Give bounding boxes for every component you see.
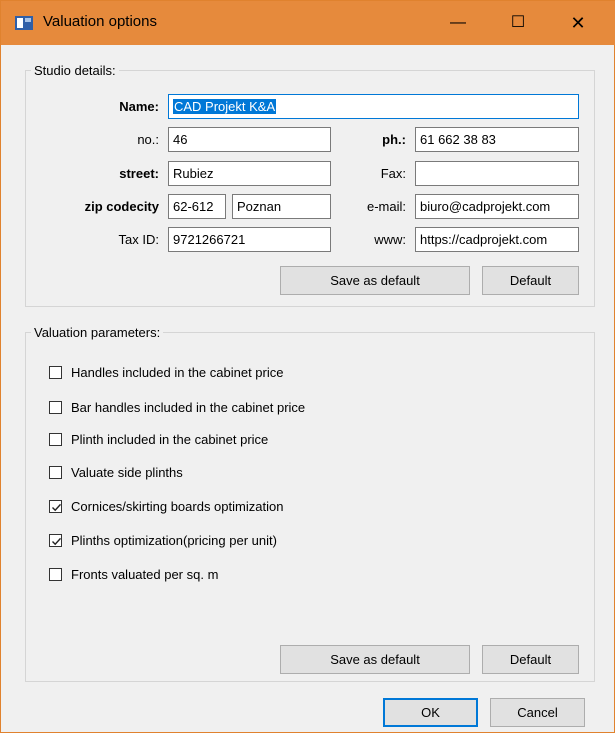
checkbox-label: Handles included in the cabinet price	[71, 365, 284, 380]
email-field[interactable]: biuro@cadprojekt.com	[415, 194, 579, 219]
fax-label: Fax:	[380, 166, 406, 181]
checkbox[interactable]	[49, 433, 62, 446]
checkbox[interactable]	[49, 568, 62, 581]
valuation-save-as-default-button[interactable]: Save as default	[280, 645, 470, 674]
checkbox[interactable]	[49, 500, 62, 513]
www-label: www:	[374, 232, 406, 247]
valuation-parameters-title: Valuation parameters:	[31, 325, 164, 340]
tax-id-field[interactable]: 9721266721	[168, 227, 331, 252]
zip-city-label: zip codecity	[84, 199, 159, 214]
checkbox[interactable]	[49, 534, 62, 547]
street-label: street:	[119, 166, 159, 181]
maximize-button[interactable]: ☐	[495, 1, 541, 45]
name-label: Name:	[119, 99, 159, 114]
valuation-default-button[interactable]: Default	[482, 645, 579, 674]
window-app-icon	[15, 16, 33, 30]
checkbox-label: Plinth included in the cabinet price	[71, 432, 269, 447]
valuation-options-window: Valuation options — ☐ ✕ Studio details: …	[0, 0, 615, 733]
close-button[interactable]: ✕	[555, 1, 601, 45]
checkbox-label: Plinths optimization(pricing per unit)	[71, 533, 277, 548]
minimize-button[interactable]: —	[435, 1, 481, 45]
checkmark-icon	[52, 537, 62, 546]
zip-code-field[interactable]: 62-612	[168, 194, 226, 219]
title-bar[interactable]: Valuation options — ☐ ✕	[1, 1, 615, 45]
studio-default-button[interactable]: Default	[482, 266, 579, 295]
no-label: no.:	[137, 132, 159, 147]
street-field[interactable]: Rubiez	[168, 161, 331, 186]
checkbox[interactable]	[49, 466, 62, 479]
fax-field[interactable]	[415, 161, 579, 186]
window-title: Valuation options	[43, 13, 157, 30]
checkmark-icon	[52, 503, 62, 512]
ph-label: ph.:	[382, 132, 406, 147]
no-field[interactable]: 46	[168, 127, 331, 152]
checkbox[interactable]	[49, 366, 62, 379]
ok-button[interactable]: OK	[383, 698, 478, 727]
cancel-button[interactable]: Cancel	[490, 698, 585, 727]
checkbox-label: Cornices/skirting boards optimization	[71, 499, 284, 514]
ph-field[interactable]: 61 662 38 83	[415, 127, 579, 152]
checkbox-label: Fronts valuated per sq. m	[71, 567, 219, 582]
tax-id-label: Tax ID:	[118, 232, 159, 247]
www-field[interactable]: https://cadprojekt.com	[415, 227, 579, 252]
city-field[interactable]: Poznan	[232, 194, 331, 219]
name-field[interactable]: CAD Projekt K&A	[168, 94, 579, 119]
checkbox-label: Valuate side plinths	[71, 465, 183, 480]
studio-details-title: Studio details:	[31, 63, 119, 78]
studio-save-as-default-button[interactable]: Save as default	[280, 266, 470, 295]
checkbox[interactable]	[49, 401, 62, 414]
email-label: e-mail:	[366, 199, 406, 214]
checkbox-label: Bar handles included in the cabinet pric…	[71, 400, 306, 415]
name-value: CAD Projekt K&A	[173, 99, 277, 114]
